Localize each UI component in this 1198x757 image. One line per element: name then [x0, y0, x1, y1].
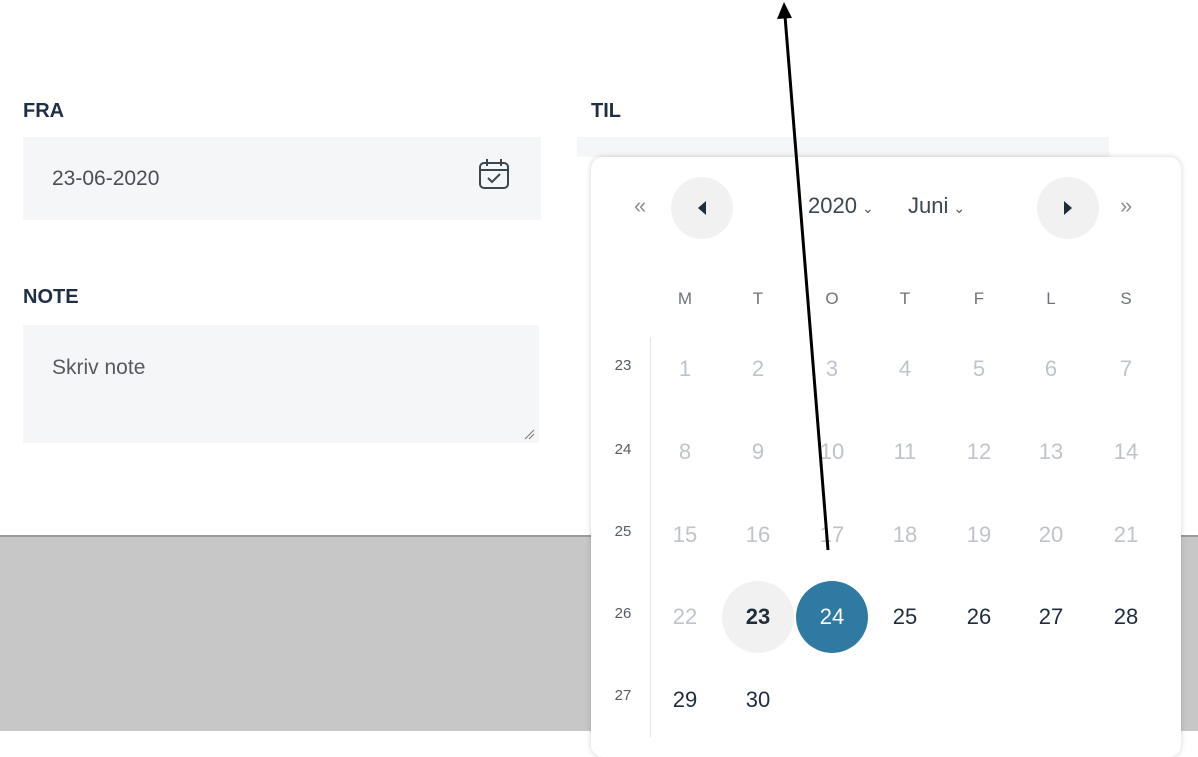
chevron-down-icon: ⌄: [861, 200, 874, 216]
calendar-icon[interactable]: [477, 157, 511, 191]
weekday-label: T: [752, 289, 764, 308]
from-label: FRA: [23, 100, 65, 122]
calendar-day[interactable]: 15: [649, 499, 721, 571]
note-label: NOTE: [23, 286, 79, 308]
week-number: 26: [614, 605, 632, 622]
calendar-day[interactable]: 26: [943, 581, 1015, 653]
weekday-label: L: [1046, 289, 1056, 308]
calendar-day[interactable]: 5: [943, 333, 1015, 405]
year-value: 2020: [808, 193, 857, 218]
calendar-day[interactable]: 12: [943, 416, 1015, 488]
calendar-day[interactable]: 13: [1015, 416, 1087, 488]
calendar-day[interactable]: 22: [649, 581, 721, 653]
calendar-day[interactable]: 4: [869, 333, 941, 405]
calendar-day[interactable]: 29: [649, 664, 721, 736]
calendar-day-selected[interactable]: 24: [796, 581, 868, 653]
calendar-day[interactable]: 10: [796, 416, 868, 488]
note-placeholder: Skriv note: [52, 356, 146, 379]
weekday-label: T: [899, 289, 911, 308]
month-select[interactable]: Juni ⌄: [908, 193, 965, 219]
calendar-day[interactable]: 21: [1090, 499, 1162, 571]
calendar-day[interactable]: 28: [1090, 581, 1162, 653]
note-textarea[interactable]: [23, 325, 539, 443]
weekday-label: S: [1120, 289, 1132, 308]
calendar-day[interactable]: 18: [869, 499, 941, 571]
calendar-day[interactable]: 20: [1015, 499, 1087, 571]
calendar-day[interactable]: 19: [943, 499, 1015, 571]
calendar-day[interactable]: 8: [649, 416, 721, 488]
calendar-day[interactable]: 27: [1015, 581, 1087, 653]
caret-left-icon: [698, 201, 706, 215]
chevron-down-icon: ⌄: [953, 200, 966, 216]
calendar-day[interactable]: 6: [1015, 333, 1087, 405]
next-month-button[interactable]: [1037, 177, 1099, 239]
month-value: Juni: [908, 193, 949, 218]
prev-year-button[interactable]: «: [634, 195, 646, 217]
caret-right-icon: [1064, 201, 1072, 215]
weekday-label: F: [973, 289, 985, 308]
calendar-day-today[interactable]: 23: [722, 581, 794, 653]
calendar-day[interactable]: 14: [1090, 416, 1162, 488]
next-year-button[interactable]: »: [1120, 195, 1132, 217]
year-select[interactable]: 2020 ⌄: [808, 193, 874, 219]
weekday-label: M: [677, 289, 693, 308]
calendar-day[interactable]: 7: [1090, 333, 1162, 405]
calendar-day[interactable]: 25: [869, 581, 941, 653]
prev-month-button[interactable]: [671, 177, 733, 239]
calendar-day[interactable]: 30: [722, 664, 794, 736]
calendar-day[interactable]: 3: [796, 333, 868, 405]
calendar-day[interactable]: 9: [722, 416, 794, 488]
week-number: 27: [614, 687, 632, 704]
week-number: 23: [614, 357, 632, 374]
calendar-day[interactable]: 17: [796, 499, 868, 571]
calendar-day[interactable]: 11: [869, 416, 941, 488]
week-number: 25: [614, 523, 632, 540]
week-number: 24: [614, 441, 632, 458]
calendar-day[interactable]: 2: [722, 333, 794, 405]
to-label: TIL: [591, 100, 621, 122]
calendar-day[interactable]: 16: [722, 499, 794, 571]
resize-handle-icon[interactable]: [523, 428, 535, 440]
calendar-day[interactable]: 1: [649, 333, 721, 405]
to-date-input[interactable]: [577, 137, 1109, 157]
from-date-value: 23-06-2020: [52, 167, 160, 190]
weekday-label: O: [825, 289, 839, 308]
